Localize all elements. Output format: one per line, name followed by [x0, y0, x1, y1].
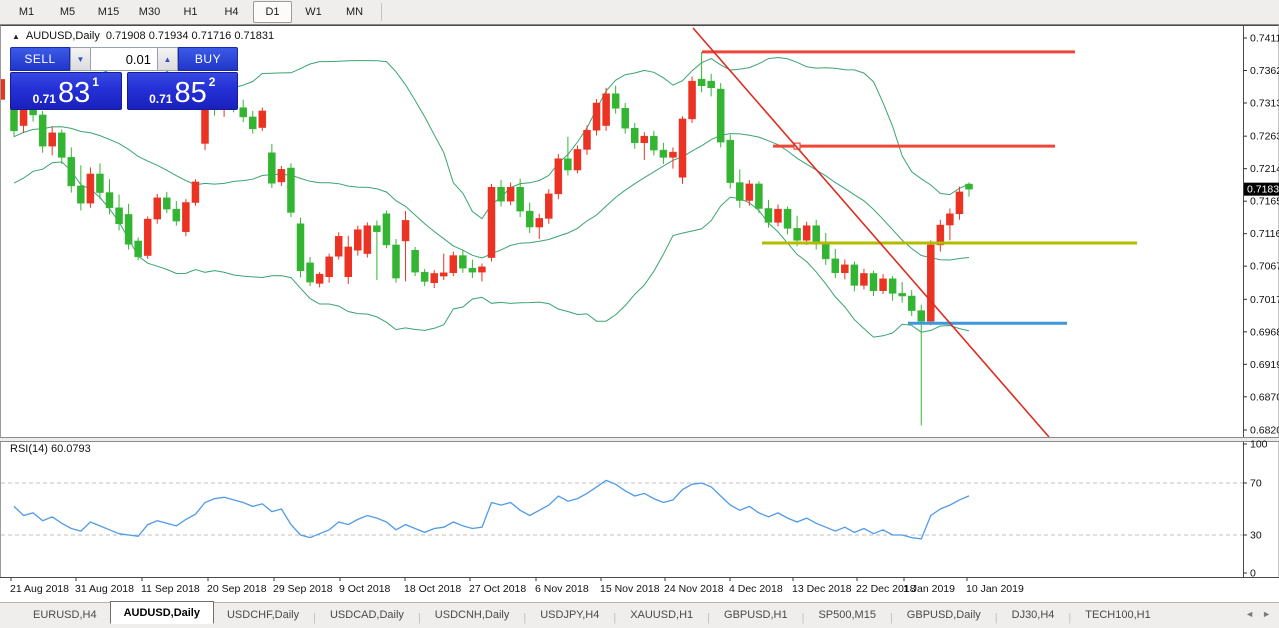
price-axis[interactable]: 0.74110 0.73620 0.73130 0.72630 0.72140 0.716… [1243, 33, 1279, 437]
sell-price-big: 83 [58, 80, 90, 106]
svg-text:15 Nov 2018: 15 Nov 2018 [600, 583, 660, 595]
svg-text:0.68700: 0.68700 [1250, 391, 1279, 403]
tab-audusd-daily[interactable]: AUDUSD,Daily [110, 601, 214, 624]
svg-text:0.73130: 0.73130 [1250, 98, 1279, 110]
svg-text:18 Oct 2018: 18 Oct 2018 [404, 583, 461, 595]
rsi-axis[interactable]: 100 70 30 0 [1243, 439, 1268, 580]
chart-title: ▲ AUDUSD,Daily 0.71908 0.71934 0.71716 0… [12, 30, 274, 42]
svg-text:0.69190: 0.69190 [1250, 359, 1279, 371]
buy-price-tile[interactable]: 0.71 85 2 [127, 72, 239, 110]
svg-text:70: 70 [1250, 478, 1262, 490]
tab-usdcnh-daily[interactable]: USDCNH,Daily [422, 605, 523, 624]
buy-button[interactable]: BUY [178, 47, 238, 71]
svg-text:0.72630: 0.72630 [1250, 131, 1279, 143]
svg-text:0.71650: 0.71650 [1250, 196, 1279, 208]
tab-sp500-m15[interactable]: SP500,M15 [805, 605, 888, 624]
tab-dj30-h4[interactable]: DJ30,H4 [999, 605, 1068, 624]
tab-usdchf-daily[interactable]: USDCHF,Daily [214, 605, 312, 624]
tab-gbpusd-daily[interactable]: GBPUSD,Daily [894, 605, 994, 624]
chart-symbol-period: AUDUSD,Daily [26, 30, 100, 42]
svg-text:0.71160: 0.71160 [1250, 228, 1279, 240]
svg-text:0.69680: 0.69680 [1250, 326, 1279, 338]
sell-price-pip: 1 [92, 75, 99, 89]
volume-input[interactable]: 0.01 [91, 47, 157, 71]
svg-text:11 Sep 2018: 11 Sep 2018 [141, 583, 200, 595]
svg-text:0.74110: 0.74110 [1250, 33, 1279, 45]
tab-scroll-right-icon[interactable]: ► [1262, 609, 1271, 619]
svg-text:29 Sep 2018: 29 Sep 2018 [273, 583, 333, 595]
svg-text:9 Oct 2018: 9 Oct 2018 [339, 583, 391, 595]
svg-text:6 Nov 2018: 6 Nov 2018 [535, 583, 589, 595]
svg-text:0.70170: 0.70170 [1250, 294, 1279, 306]
svg-text:1 Jan 2019: 1 Jan 2019 [903, 583, 955, 595]
svg-text:31 Aug 2018: 31 Aug 2018 [75, 583, 134, 595]
tab-xauusd-h1[interactable]: XAUUSD,H1 [617, 605, 706, 624]
svg-text:30: 30 [1250, 530, 1262, 542]
sell-price-tile[interactable]: 0.71 83 1 [10, 72, 122, 110]
chart-tab-bar: EURUSD,H4AUDUSD,DailyUSDCHF,Daily|USDCAD… [0, 602, 1279, 624]
sell-button[interactable]: SELL [10, 47, 70, 71]
svg-text:100: 100 [1250, 439, 1268, 451]
tab-eurusd-h4[interactable]: EURUSD,H4 [20, 605, 110, 624]
tab-usdcad-daily[interactable]: USDCAD,Daily [317, 605, 417, 624]
mt4-window: M1M5M15M30H1H4D1W1MN 0.741100.736200.731… [0, 0, 1279, 628]
svg-text:4 Dec 2018: 4 Dec 2018 [729, 583, 783, 595]
one-click-trading-panel: SELL ▼ 0.01 ▲ BUY 0.71 83 1 0.71 85 2 [10, 47, 238, 110]
svg-text:20 Sep 2018: 20 Sep 2018 [207, 583, 267, 595]
rsi-indicator-label: RSI(14) 60.0793 [10, 443, 91, 455]
collapse-arrow-icon[interactable]: ▲ [12, 32, 20, 41]
svg-text:24 Nov 2018: 24 Nov 2018 [664, 583, 724, 595]
buy-price-prefix: 0.71 [149, 92, 172, 106]
svg-text:13 Dec 2018: 13 Dec 2018 [792, 583, 852, 595]
buy-price-pip: 2 [209, 75, 216, 89]
tab-scroll-arrows: ◄► [1245, 603, 1271, 624]
volume-increase-spinner[interactable]: ▲ [157, 47, 178, 71]
svg-text:27 Oct 2018: 27 Oct 2018 [469, 583, 526, 595]
svg-text:0.70670: 0.70670 [1250, 261, 1279, 273]
tab-usdjpy-h4[interactable]: USDJPY,H4 [527, 605, 612, 624]
svg-text:10 Jan 2019: 10 Jan 2019 [966, 583, 1024, 595]
tab-gbpusd-h1[interactable]: GBPUSD,H1 [711, 605, 801, 624]
sell-price-prefix: 0.71 [33, 92, 56, 106]
tab-scroll-left-icon[interactable]: ◄ [1245, 609, 1254, 619]
svg-text:0.73620: 0.73620 [1250, 65, 1279, 77]
window-bottom-edge [0, 624, 1279, 628]
svg-text:21 Aug 2018: 21 Aug 2018 [10, 583, 69, 595]
svg-text:0.72140: 0.72140 [1250, 163, 1279, 175]
svg-text:0.71831: 0.71831 [1247, 184, 1279, 196]
tab-tech100-h1[interactable]: TECH100,H1 [1072, 605, 1163, 624]
volume-decrease-spinner[interactable]: ▼ [70, 47, 91, 71]
date-axis[interactable]: 21 Aug 2018 31 Aug 2018 11 Sep 2018 20 Sep … [10, 578, 1024, 595]
svg-text:0.68200: 0.68200 [1250, 424, 1279, 436]
chart-ohlc-values: 0.71908 0.71934 0.71716 0.71831 [106, 30, 274, 42]
svg-text:0: 0 [1250, 568, 1256, 580]
buy-price-big: 85 [174, 80, 206, 106]
